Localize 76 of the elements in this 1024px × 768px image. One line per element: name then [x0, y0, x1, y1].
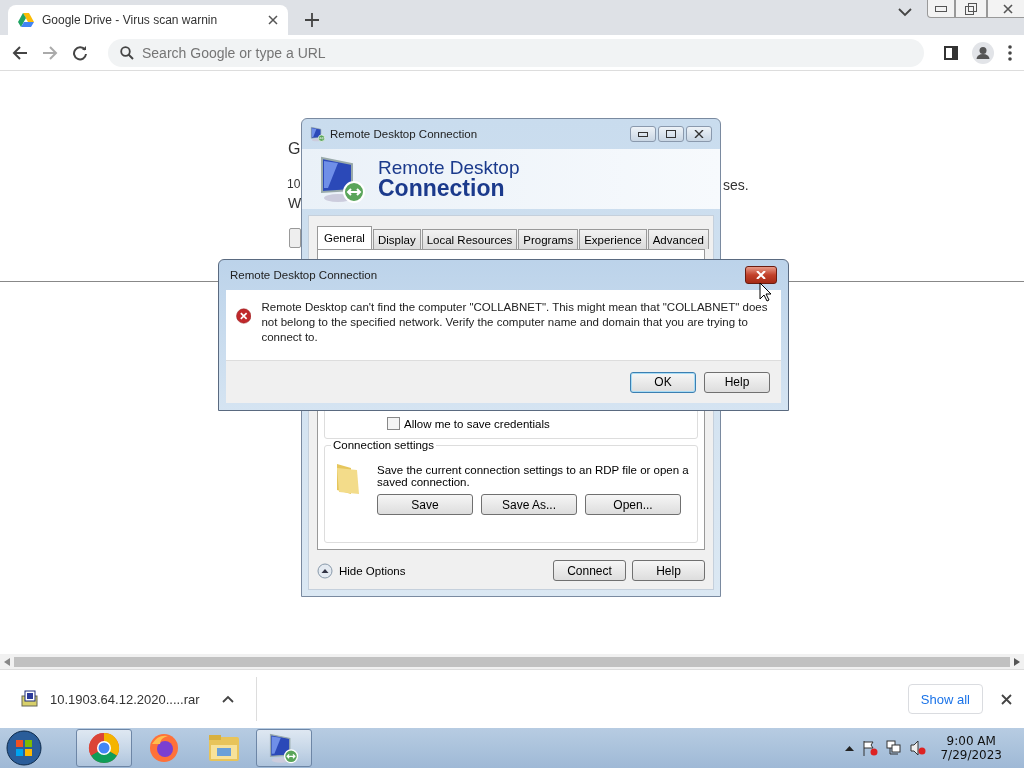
tab[interactable]: General	[317, 226, 372, 249]
tab[interactable]: Programs	[518, 229, 579, 249]
side-panel-icon[interactable]	[944, 45, 958, 60]
tab[interactable]: Local Resources	[421, 229, 518, 249]
clock-time[interactable]: 9:00 AM	[946, 734, 996, 748]
taskbar-button[interactable]	[76, 729, 132, 767]
close-button[interactable]	[745, 266, 777, 284]
monitor-icon	[318, 154, 368, 204]
new-tab-icon[interactable]	[302, 13, 322, 27]
close-button[interactable]	[686, 126, 712, 142]
scroll-left-icon[interactable]	[4, 657, 10, 666]
dialog-title: Remote Desktop Connection	[230, 269, 379, 281]
page-text: 10	[287, 177, 301, 191]
dialog-button[interactable]: Help	[704, 371, 770, 393]
caret-up-icon[interactable]	[845, 745, 855, 751]
chevron-down-icon[interactable]	[898, 8, 912, 17]
caret-up-icon[interactable]	[221, 695, 234, 703]
minimize-button[interactable]	[630, 126, 656, 142]
remote-desktop-icon	[268, 732, 300, 764]
scroll-right-icon[interactable]	[1014, 657, 1020, 666]
page-text: W	[288, 195, 302, 211]
close-icon[interactable]	[1001, 693, 1012, 705]
description-text: Save the current connection settings to an RDP file or open a saved connection.	[377, 464, 689, 488]
maximize-button[interactable]	[658, 126, 684, 142]
checkbox[interactable]	[387, 417, 400, 430]
drive-icon	[18, 13, 34, 27]
dialog-button[interactable]: Connect	[553, 560, 626, 581]
tab[interactable]: Advanced	[647, 229, 709, 249]
network-icon[interactable]	[886, 740, 903, 756]
clock-date[interactable]: 7/29/2023	[940, 748, 1002, 762]
folder-icon	[207, 733, 241, 763]
close-icon	[694, 130, 704, 138]
close-button[interactable]	[987, 0, 1024, 18]
page-heading: G	[288, 140, 301, 158]
checkbox-label: Allow me to save credentials	[404, 417, 550, 430]
close-icon[interactable]	[268, 15, 278, 25]
close-icon	[756, 271, 766, 279]
start-button[interactable]	[4, 729, 44, 767]
page-text: ses.	[723, 177, 749, 193]
remote-desktop-icon	[310, 126, 326, 142]
download-file-name[interactable]: 10.1903.64.12.2020.....rar	[50, 691, 200, 707]
restore-button[interactable]	[955, 0, 987, 18]
dialog-button[interactable]: Open...	[585, 494, 681, 515]
restore-icon	[965, 2, 977, 15]
dialog-button[interactable]: Save As...	[481, 494, 577, 515]
collapse-icon[interactable]	[317, 562, 333, 579]
reload-icon[interactable]	[72, 44, 88, 61]
tab[interactable]: Experience	[579, 229, 647, 249]
group-legend: Connection settings	[331, 439, 436, 451]
flag-icon[interactable]	[862, 740, 879, 756]
dialog-button[interactable]: Save	[377, 494, 473, 515]
profile-icon[interactable]	[972, 41, 994, 64]
search-icon	[120, 45, 134, 60]
browser-tab[interactable]: Google Drive - Virus scan warnin	[8, 5, 288, 35]
tab[interactable]: Display	[372, 229, 421, 249]
archive-icon	[20, 690, 38, 708]
minimize-icon	[638, 131, 648, 137]
banner-title: Connection	[378, 177, 505, 200]
minimize-icon	[935, 5, 947, 12]
menu-icon[interactable]	[1008, 44, 1012, 61]
back-icon[interactable]	[12, 44, 28, 61]
hide-options-link[interactable]: Hide Options	[339, 564, 406, 577]
dialog-button[interactable]: Help	[632, 560, 705, 581]
scrollbar-thumb[interactable]	[14, 656, 1010, 667]
show-all-button[interactable]: Show all	[907, 684, 983, 714]
error-message: Remote Desktop can't find the computer "COLLABNET". This might mean that "COLLABNET" does not belong to the specified network. Verify the computer name and domain that you are trying to connect to.	[261, 300, 769, 345]
dialog-button[interactable]: OK	[630, 371, 696, 393]
window-title: Remote Desktop Connection	[330, 128, 479, 140]
maximize-icon	[666, 130, 676, 138]
chrome-icon	[88, 732, 120, 764]
taskbar-button[interactable]	[256, 729, 312, 767]
minimize-button[interactable]	[927, 0, 955, 18]
muted-speaker-icon[interactable]	[910, 740, 927, 756]
firefox-icon	[148, 732, 180, 764]
close-icon	[1003, 3, 1013, 14]
address-bar[interactable]: Search Google or type a URL	[108, 38, 924, 67]
